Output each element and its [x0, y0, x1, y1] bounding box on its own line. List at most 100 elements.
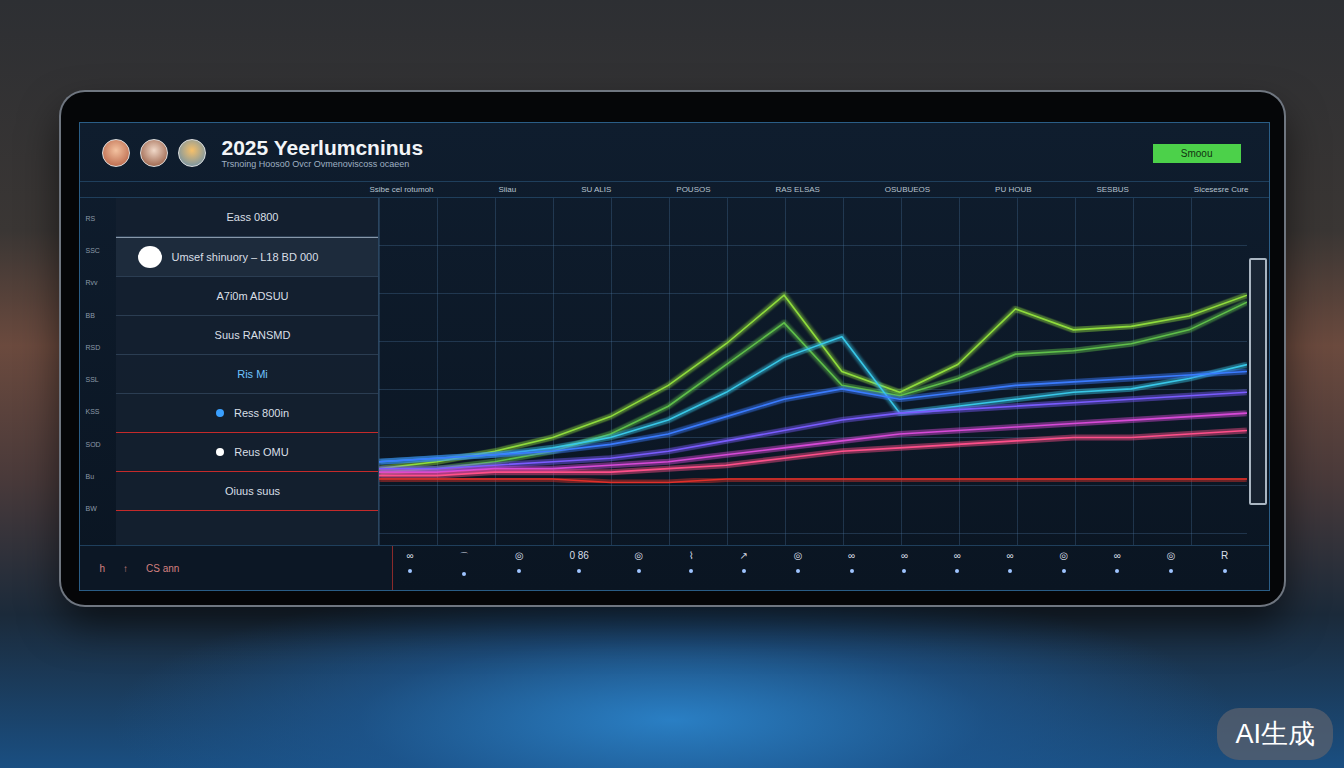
- timeline-marks: ∞ ⌒ ◎ 0 86 ◎ ⌇ ↗ ◎ ∞ ∞ ∞ ∞ ◎ ∞ ◎ R: [393, 546, 1269, 590]
- column-label[interactable]: OSUBUEOS: [885, 185, 930, 194]
- series-point: [783, 447, 784, 448]
- mark-dot: [517, 569, 521, 573]
- series-line[interactable]: [379, 430, 1247, 475]
- series-point: [667, 406, 668, 407]
- avatar-icon[interactable]: [140, 139, 168, 167]
- series-point: [1188, 479, 1189, 480]
- series-point: [667, 451, 668, 452]
- timeline-mark[interactable]: ∞: [407, 550, 414, 586]
- panel-row[interactable]: Ress 800in: [116, 394, 378, 433]
- series-point: [1188, 315, 1189, 316]
- line-chart: [379, 198, 1247, 545]
- series-point: [552, 468, 553, 469]
- series-point: [609, 482, 610, 483]
- series-line[interactable]: [379, 479, 1247, 482]
- panel-row[interactable]: Suus RANSMD: [116, 316, 378, 355]
- series-point: [1014, 354, 1015, 355]
- column-label[interactable]: RAS ELSAS: [775, 185, 819, 194]
- series-point: [1188, 329, 1189, 330]
- timeline-mark[interactable]: ◎: [635, 550, 644, 586]
- timeline-mark[interactable]: ◎: [1059, 550, 1068, 586]
- axis-ticks: RSSSCRvvBBRSDSSLKSSSODBuBW: [80, 198, 116, 545]
- row-label: Oiuus suus: [225, 485, 280, 497]
- timeline-mark[interactable]: ∞: [848, 550, 855, 586]
- mark-label: ∞: [954, 550, 961, 561]
- series-point: [494, 472, 495, 473]
- series-point: [841, 440, 842, 441]
- bottom-label: h: [100, 563, 106, 574]
- device-frame: 2025 YeerlumcninusTrsnoing Hooso0 Ovcr O…: [61, 92, 1284, 605]
- timeline-mark[interactable]: ∞: [1114, 550, 1121, 586]
- panel-row[interactable]: Eass 0800: [116, 198, 378, 237]
- scrollbar[interactable]: [1247, 198, 1269, 545]
- series-point: [725, 364, 726, 365]
- column-label[interactable]: SU ALIS: [581, 185, 611, 194]
- timeline-mark[interactable]: ∞: [901, 550, 908, 586]
- timeline-mark[interactable]: ↗: [740, 550, 748, 586]
- column-label[interactable]: Sicesesre Cure: [1194, 185, 1249, 194]
- series-point: [957, 444, 958, 445]
- timeline-mark[interactable]: R: [1221, 550, 1228, 586]
- series-line[interactable]: [379, 372, 1247, 462]
- series-point: [1246, 413, 1247, 414]
- series-point: [552, 479, 553, 480]
- avatar-icon[interactable]: [178, 139, 206, 167]
- action-button[interactable]: Smoou: [1153, 144, 1241, 163]
- avatar-icon[interactable]: [102, 139, 130, 167]
- series-point: [1188, 395, 1189, 396]
- column-label[interactable]: POUSOS: [676, 185, 710, 194]
- series-point: [841, 420, 842, 421]
- series-point: [1072, 350, 1073, 351]
- series-line[interactable]: [379, 302, 1247, 472]
- series-point: [1072, 423, 1073, 424]
- column-label[interactable]: SESBUS: [1096, 185, 1128, 194]
- series-point: [725, 479, 726, 480]
- panel-row[interactable]: Umsef shinuory – L18 BD 000: [116, 237, 378, 277]
- series-point: [552, 451, 553, 452]
- series-point: [899, 447, 900, 448]
- panel-row[interactable]: Ris Mi: [116, 355, 378, 394]
- series-point: [783, 479, 784, 480]
- column-label[interactable]: PU HOUB: [995, 185, 1031, 194]
- series-point: [783, 430, 784, 431]
- timeline-mark[interactable]: ◎: [515, 550, 524, 586]
- series-point: [1188, 374, 1189, 375]
- row-label: Suus RANSMD: [215, 329, 291, 341]
- series-point: [841, 388, 842, 389]
- column-label[interactable]: Siiau: [498, 185, 516, 194]
- timeline-mark[interactable]: ⌒: [459, 550, 469, 586]
- series-point: [957, 430, 958, 431]
- timeline-mark[interactable]: ◎: [1167, 550, 1176, 586]
- timeline-mark[interactable]: ⌇: [689, 550, 694, 586]
- timeline-mark[interactable]: ∞: [1007, 550, 1014, 586]
- mark-dot: [955, 569, 959, 573]
- axis-tick: KSS: [86, 408, 116, 415]
- column-label[interactable]: Ssibe cel rotumoh: [370, 185, 434, 194]
- series-point: [1246, 430, 1247, 431]
- header: 2025 YeerlumcninusTrsnoing Hooso0 Ovcr O…: [80, 123, 1269, 181]
- series-point: [436, 472, 437, 473]
- timeline-mark[interactable]: ◎: [794, 550, 803, 586]
- scroll-thumb[interactable]: [1249, 258, 1267, 505]
- panel-row[interactable]: Reus OMU: [116, 433, 378, 472]
- series-line[interactable]: [379, 413, 1247, 472]
- series-glow: [379, 479, 1247, 482]
- panel-row[interactable]: Oiuus suus: [116, 472, 378, 511]
- bottom-left: h↑CS ann: [80, 546, 393, 590]
- panel-row[interactable]: A7i0m ADSUU: [116, 277, 378, 316]
- axis-tick: Rvv: [86, 279, 116, 286]
- page-title: 2025 Yeerlumcninus: [222, 136, 1143, 159]
- series-point: [899, 433, 900, 434]
- timeline-mark[interactable]: 0 86: [569, 550, 588, 586]
- mark-dot: [796, 569, 800, 573]
- mark-label: ∞: [901, 550, 908, 561]
- series-point: [1130, 388, 1131, 389]
- mark-label: ∞: [1114, 550, 1121, 561]
- series-point: [841, 336, 842, 337]
- mark-label: R: [1221, 550, 1228, 561]
- series-point: [609, 458, 610, 459]
- series-point: [1130, 343, 1131, 344]
- timeline-mark[interactable]: ∞: [954, 550, 961, 586]
- series-point: [609, 437, 610, 438]
- mark-label: ⌇: [689, 550, 694, 561]
